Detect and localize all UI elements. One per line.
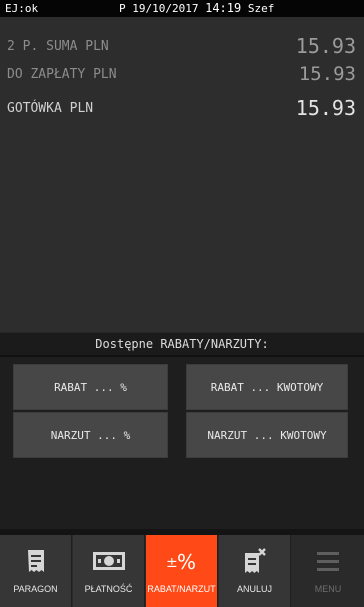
to-pay-label: DO ZAPŁATY PLN	[7, 67, 117, 82]
bottom-nav: PARAGON PŁATNOŚĆ ± % RABAT/NARZUT ANULUJ…	[0, 535, 364, 607]
receipt-icon	[25, 547, 47, 575]
nav-menu[interactable]: MENU	[292, 535, 364, 607]
sum-value: 15.93	[295, 34, 356, 58]
discounts-header: Dostępne RABATY/NARZUTY:	[0, 333, 364, 357]
nav-platnosc[interactable]: PŁATNOŚĆ	[73, 535, 145, 607]
svg-text:±: ±	[166, 555, 178, 571]
nav-anuluj[interactable]: ANULUJ	[219, 535, 291, 607]
nav-rabat-narzut-label: RABAT/NARZUT	[147, 584, 216, 594]
nav-paragon-label: PARAGON	[13, 584, 58, 594]
menu-icon	[316, 547, 340, 575]
cash-label: GOTÓWKA PLN	[7, 101, 94, 116]
status-time: 14:19	[205, 1, 242, 15]
nav-platnosc-label: PŁATNOŚĆ	[84, 584, 133, 594]
status-datetime: P 19/10/2017 14:19 Szef	[119, 0, 274, 17]
sum-label: 2 P. SUMA PLN	[7, 39, 109, 54]
svg-text:%: %	[177, 550, 196, 573]
nav-paragon[interactable]: PARAGON	[0, 535, 72, 607]
status-user: Szef	[247, 2, 275, 15]
narzut-amount-button[interactable]: NARZUT ... KWOTOWY	[186, 412, 348, 458]
narzut-percent-button[interactable]: NARZUT ... %	[13, 412, 168, 458]
to-pay-value: 15.93	[298, 63, 356, 85]
banknote-icon	[92, 547, 126, 575]
plus-minus-percent-icon: ± %	[166, 547, 198, 575]
status-bar: EJ:ok P 19/10/2017 14:19 Szef	[0, 0, 364, 17]
receipt-display: 2 P. SUMA PLN 15.93 DO ZAPŁATY PLN 15.93…	[0, 17, 364, 332]
nav-anuluj-label: ANULUJ	[236, 584, 272, 594]
rabat-amount-button[interactable]: RABAT ... KWOTOWY	[186, 364, 348, 410]
status-p: P	[119, 2, 126, 15]
nav-menu-label: MENU	[314, 584, 342, 594]
cash-value: 15.93	[295, 96, 356, 120]
status-date: 19/10/2017	[132, 2, 199, 15]
cancel-receipt-icon	[241, 547, 269, 575]
nav-rabat-narzut[interactable]: ± % RABAT/NARZUT	[146, 535, 218, 607]
rabat-percent-button[interactable]: RABAT ... %	[13, 364, 168, 410]
discount-buttons-panel: RABAT ... % RABAT ... KWOTOWY NARZUT ...…	[0, 357, 364, 529]
ej-status: EJ:ok	[5, 2, 39, 15]
